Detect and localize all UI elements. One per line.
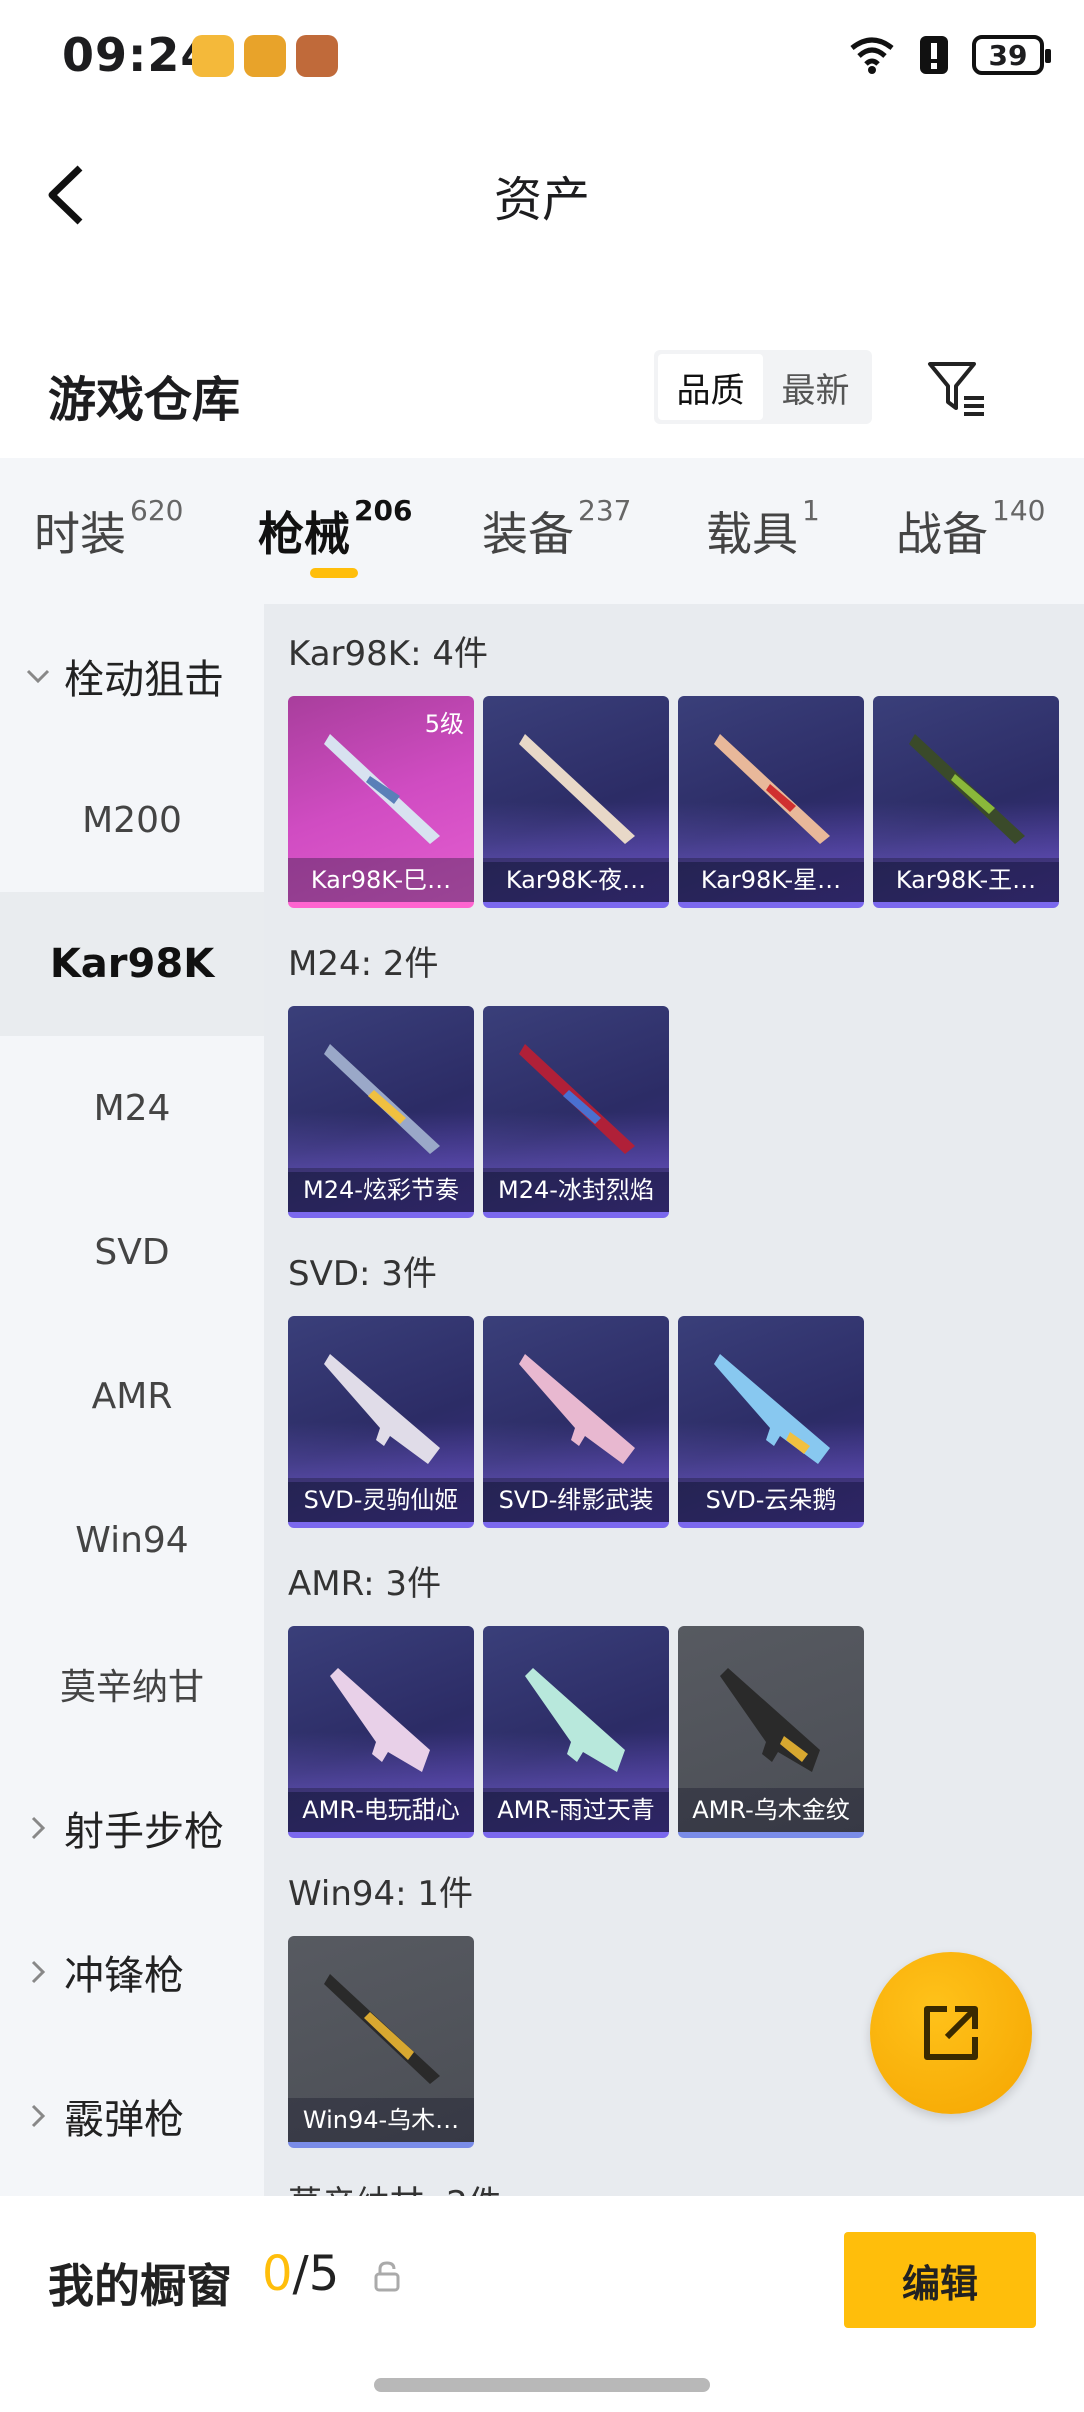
sort-toggle: 品质 最新	[654, 350, 872, 424]
sidebar-group-marksman[interactable]: 射手步枪	[0, 1756, 264, 1900]
group-title-win94: Win94: 1件	[288, 1874, 474, 1914]
group-title-svd: SVD: 3件	[288, 1254, 437, 1294]
sidebar-item-kar98k[interactable]: Kar98K	[0, 892, 264, 1036]
group-title-m24: M24: 2件	[288, 944, 439, 984]
sidebar-item-svd[interactable]: SVD	[0, 1180, 264, 1324]
tab-firearms[interactable]: 枪械 206	[258, 494, 412, 564]
rifle-icon	[720, 1668, 820, 1772]
group-title-amr: AMR: 3件	[288, 1564, 442, 1604]
active-tab-indicator	[310, 568, 358, 578]
nav-bar: 资产	[0, 130, 1084, 260]
status-bar: 09:24 39	[0, 0, 1084, 110]
weapon-name: M24-炫彩节奏	[288, 1168, 474, 1212]
weapon-card[interactable]: SVD-灵驹仙姬	[288, 1316, 474, 1528]
weapon-card[interactable]: 5级 Kar98K-巳…	[288, 696, 474, 908]
rifle-icon	[324, 1044, 440, 1154]
group-title-mosin: 莫辛纳甘: 2件	[288, 2176, 502, 2196]
chevron-down-icon	[26, 669, 50, 684]
weapon-card[interactable]: SVD-云朵鹅	[678, 1316, 864, 1528]
tab-combat-gear[interactable]: 战备 140	[896, 494, 1045, 564]
battery-indicator: 39	[972, 35, 1051, 75]
rifle-icon	[519, 734, 635, 844]
weapon-name: AMR-雨过天青	[483, 1788, 669, 1832]
weapon-name: Kar98K-王…	[873, 858, 1059, 902]
weapon-name: Kar98K-巳…	[288, 858, 474, 902]
tab-fashion[interactable]: 时装 620	[34, 494, 183, 564]
warehouse-header: 游戏仓库 品质 最新	[0, 340, 1084, 460]
weapon-card[interactable]: Kar98K-夜…	[483, 696, 669, 908]
rifle-icon	[324, 1354, 440, 1464]
share-icon	[924, 2006, 978, 2060]
level-badge: 5级	[424, 710, 464, 738]
rifle-icon	[519, 1044, 635, 1154]
app-icon-hero	[296, 35, 338, 77]
weapon-card[interactable]: SVD-绯影武装	[483, 1316, 669, 1528]
edit-button[interactable]: 编辑	[844, 2232, 1036, 2328]
status-time: 09:24	[62, 28, 214, 82]
weapon-card[interactable]: M24-冰封烈焰	[483, 1006, 669, 1218]
weapon-name: Kar98K-星…	[678, 858, 864, 902]
section-title: 游戏仓库	[48, 372, 241, 428]
tab-equipment[interactable]: 装备 237	[482, 494, 631, 564]
sidebar-item-m24[interactable]: M24	[0, 1036, 264, 1180]
home-indicator[interactable]	[374, 2378, 710, 2392]
chevron-right-icon	[31, 1960, 46, 1984]
showcase-title: 我的橱窗	[48, 2259, 232, 2313]
sidebar-group-smg[interactable]: 冲锋枪	[0, 1900, 264, 2044]
sidebar-item-amr[interactable]: AMR	[0, 1324, 264, 1468]
weapon-name: AMR-电玩甜心	[288, 1788, 474, 1832]
sidebar-group-shotgun[interactable]: 霰弹枪	[0, 2044, 264, 2188]
weapon-card[interactable]: AMR-雨过天青	[483, 1626, 669, 1838]
rifle-icon	[909, 734, 1025, 844]
tab-vehicles[interactable]: 载具 1	[706, 494, 820, 564]
weapon-name: Win94-乌木…	[288, 2098, 474, 2142]
sidebar-group-bolt-sniper[interactable]: 栓动狙击	[0, 604, 264, 748]
filter-icon[interactable]	[924, 356, 990, 422]
app-icon-gold	[192, 35, 234, 77]
chevron-right-icon	[31, 2104, 46, 2128]
rifle-icon	[525, 1668, 625, 1772]
rifle-icon	[714, 734, 830, 844]
weapon-card[interactable]: AMR-电玩甜心	[288, 1626, 474, 1838]
weapon-name: AMR-乌木金纹	[678, 1788, 864, 1832]
weapon-name: M24-冰封烈焰	[483, 1168, 669, 1212]
sort-quality-button[interactable]: 品质	[658, 354, 763, 420]
sidebar-item-win94[interactable]: Win94	[0, 1468, 264, 1612]
page-title: 资产	[493, 172, 590, 228]
weapon-name: SVD-绯影武装	[483, 1478, 669, 1522]
lock-icon	[374, 2261, 400, 2292]
alert-icon	[920, 36, 948, 74]
weapon-card[interactable]: Kar98K-王…	[873, 696, 1059, 908]
category-tabs: 时装 620 枪械 206 装备 237 载具 1 战备 140	[0, 458, 1084, 604]
weapon-sidebar: 栓动狙击 M200 Kar98K M24 SVD AMR Win94 莫辛纳甘 …	[0, 604, 264, 2196]
share-fab[interactable]	[870, 1952, 1032, 2114]
weapon-card[interactable]: Win94-乌木…	[288, 1936, 474, 2148]
app-icon-game	[244, 35, 286, 77]
weapon-name: SVD-灵驹仙姬	[288, 1478, 474, 1522]
status-right: 39	[848, 34, 1051, 76]
rifle-icon	[714, 1354, 830, 1464]
weapon-name: SVD-云朵鹅	[678, 1478, 864, 1522]
weapon-card[interactable]: AMR-乌木金纹	[678, 1626, 864, 1838]
rifle-icon	[324, 1974, 440, 2084]
group-title-kar98k: Kar98K: 4件	[288, 634, 488, 674]
wifi-icon	[850, 37, 894, 74]
status-app-icons	[192, 35, 338, 77]
sort-newest-button[interactable]: 最新	[763, 354, 868, 420]
weapon-name: Kar98K-夜…	[483, 858, 669, 902]
chevron-right-icon	[31, 1816, 46, 1840]
sidebar-item-mosin[interactable]: 莫辛纳甘	[0, 1612, 264, 1756]
weapon-card[interactable]: Kar98K-星…	[678, 696, 864, 908]
rifle-icon	[519, 1354, 635, 1464]
rifle-icon	[330, 1668, 430, 1772]
showcase-count: 0/5	[262, 2246, 340, 2302]
sidebar-item-m200[interactable]: M200	[0, 748, 264, 892]
weapon-card[interactable]: M24-炫彩节奏	[288, 1006, 474, 1218]
